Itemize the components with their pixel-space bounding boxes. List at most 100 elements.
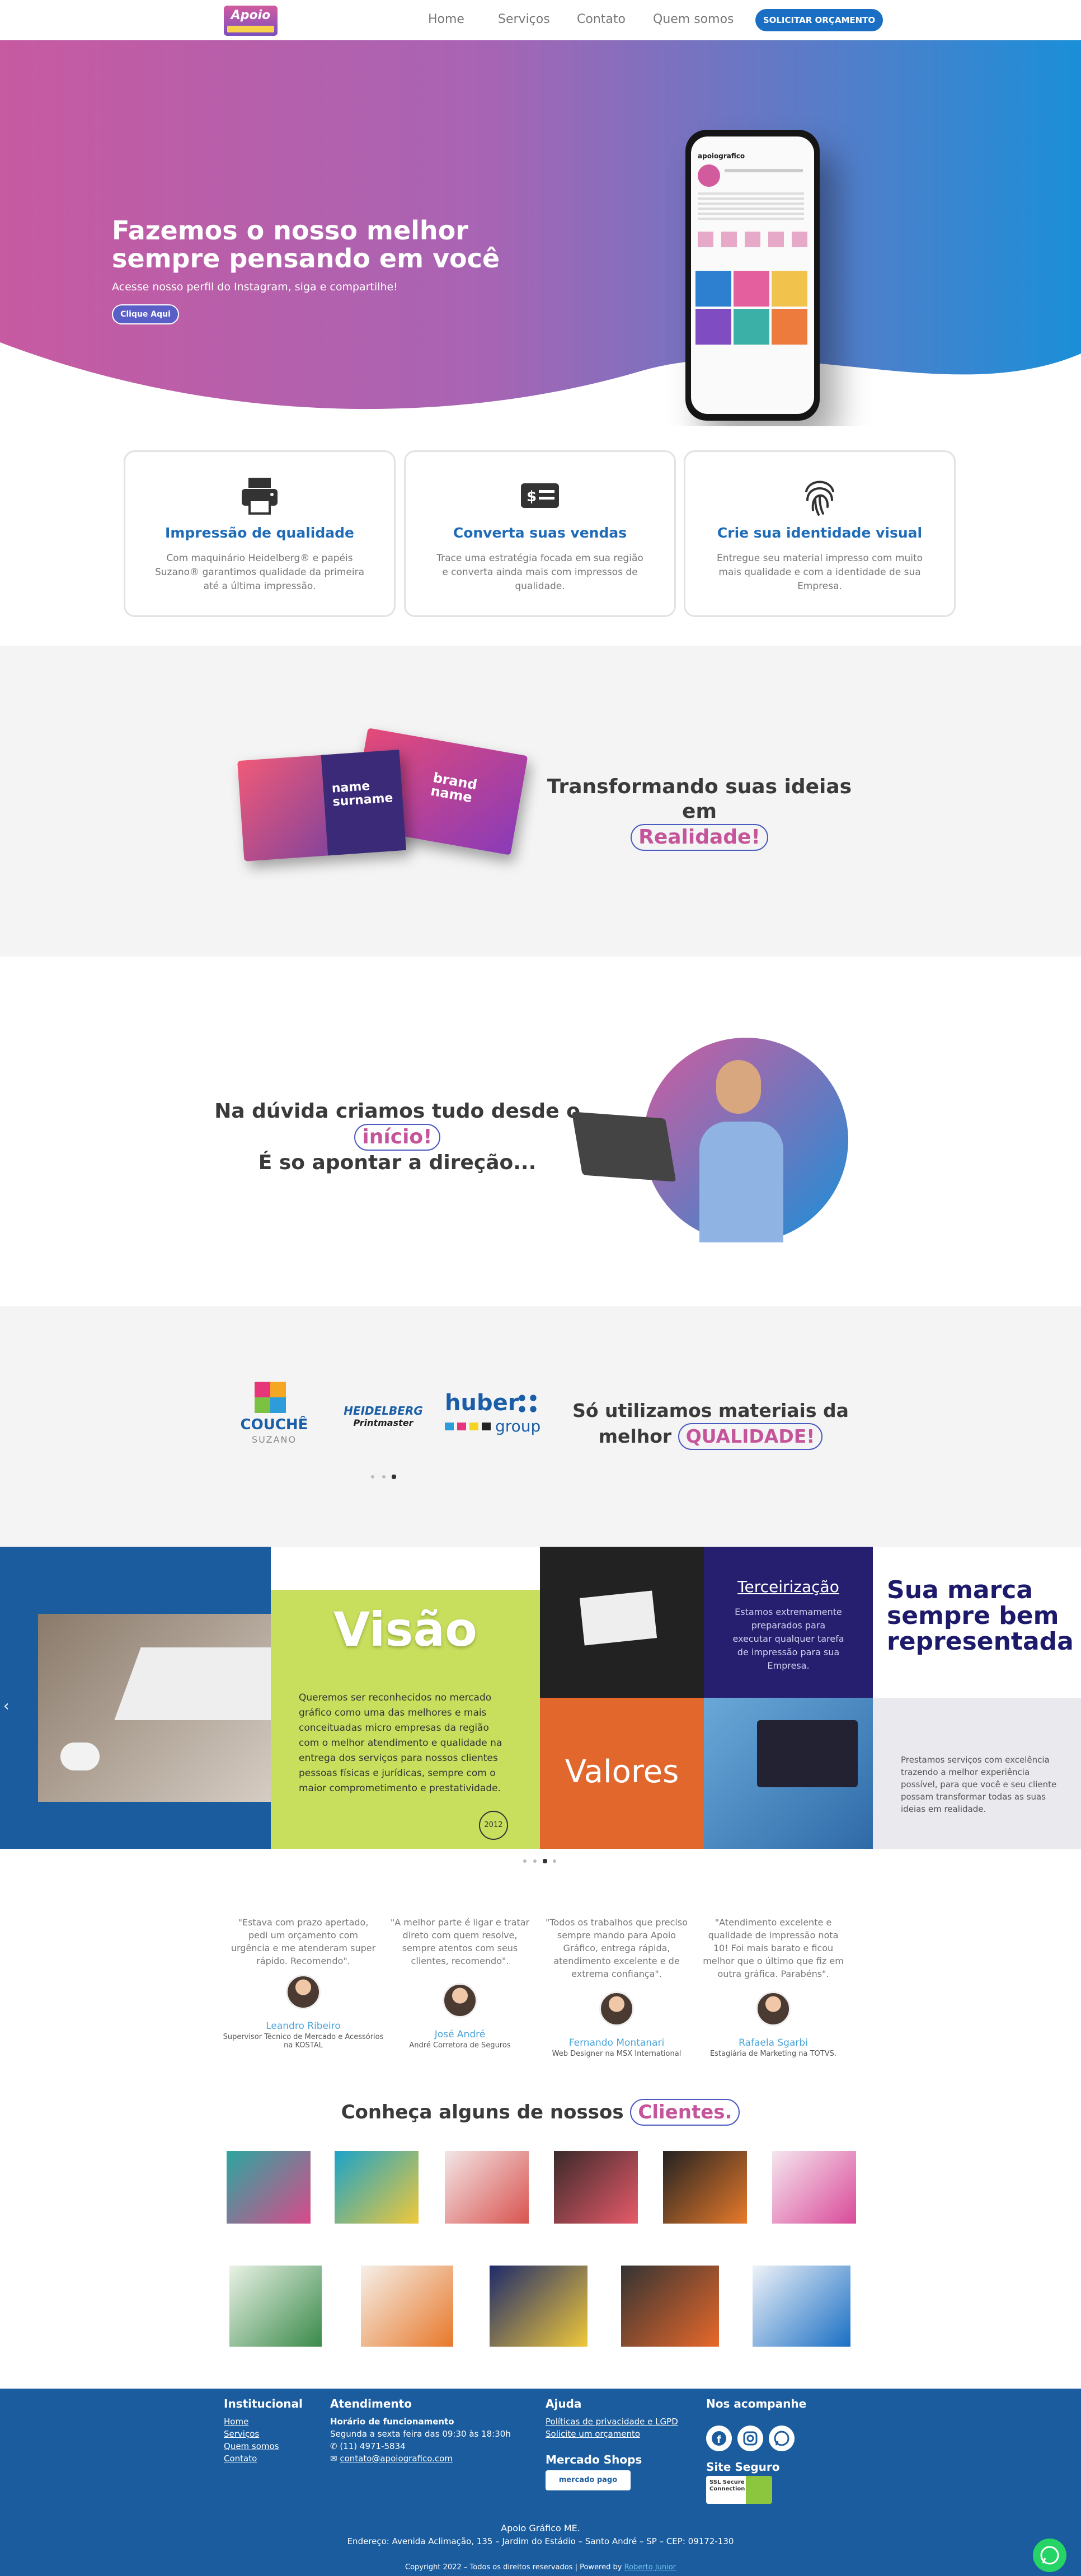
whatsapp-float-button[interactable] <box>1033 2539 1066 2572</box>
footer-link-servicos[interactable]: Serviços <box>224 2429 259 2439</box>
laptop-image <box>571 1112 676 1182</box>
footer-link-home[interactable]: Home <box>224 2417 248 2427</box>
feature-card-identity: Crie sua identidade visual Entregue seu … <box>684 450 956 617</box>
footer-attendance-title: Atendimento <box>330 2397 412 2410</box>
phone-icon: ✆ <box>330 2441 340 2451</box>
client-sample[interactable] <box>229 2266 322 2347</box>
request-quote-button[interactable]: SOLICITAR ORÇAMENTO <box>755 9 883 31</box>
client-sample[interactable] <box>554 2151 638 2224</box>
client-sample[interactable] <box>663 2151 747 2224</box>
feature-title: Crie sua identidade visual <box>717 525 923 541</box>
man-photo-circle <box>643 1038 848 1242</box>
footer-hours: Segunda a sexta feira das 09:30 às 18:30… <box>330 2429 511 2439</box>
money-icon: $ <box>521 483 559 508</box>
footer-link-privacy[interactable]: Políticas de privacidade e LGPD <box>546 2417 678 2427</box>
client-sample[interactable] <box>753 2266 850 2347</box>
testimonial-role: Estagiária de Marketing na TOTVS. <box>710 2050 836 2058</box>
phone-mockup: apoiografico <box>685 130 820 421</box>
carousel-dot[interactable] <box>371 1475 374 1478</box>
carousel-dot[interactable] <box>553 1859 556 1863</box>
ideas-heading: Transformando suas ideias em Realidade! <box>537 775 862 851</box>
testimonial-name: Rafaela Sgarbi <box>739 2037 808 2048</box>
huber-group-logo: huber group <box>445 1390 541 1435</box>
footer-follow-title: Nos acompanhe <box>706 2397 807 2410</box>
couche-logo: COUCHÊ SUZANO <box>235 1382 313 1449</box>
nav-quem-somos[interactable]: Quem somos <box>653 12 734 26</box>
footer-help-title: Ajuda <box>546 2397 582 2410</box>
testimonial-name: Leandro Ribeiro <box>266 2021 341 2032</box>
carousel-dot-active[interactable] <box>543 1859 547 1863</box>
keyboard-photo <box>38 1614 298 1802</box>
footer-email[interactable]: ✉ contato@apoiografico.com <box>330 2453 453 2464</box>
avatar <box>599 1991 634 2026</box>
footer-secure-title: Site Seguro <box>706 2460 780 2474</box>
hero-title: Fazemos o nosso melhor sempre pensando e… <box>112 215 500 274</box>
svg-text:$: $ <box>527 488 537 505</box>
footer-link-contato[interactable]: Contato <box>224 2453 257 2464</box>
ideas-section: brand name name surname Transformando su… <box>0 646 1081 957</box>
materials-heading: Só utilizamos materiais da melhor QUALID… <box>565 1398 856 1450</box>
testimonial-quote: "Estava com prazo apertado, pedi um orça… <box>231 1917 376 1966</box>
client-sample[interactable] <box>490 2266 588 2347</box>
highlight-reality: Realidade! <box>631 824 768 851</box>
facebook-icon[interactable]: f <box>706 2426 732 2451</box>
whatsapp-icon <box>1040 2546 1059 2565</box>
carousel-prev-arrow[interactable]: ‹ <box>3 1698 9 1715</box>
ssl-badge: SSL Secure Connection <box>706 2476 772 2504</box>
whatsapp-icon[interactable] <box>769 2426 795 2451</box>
nav-contato[interactable]: Contato <box>577 12 626 26</box>
footer-shops-title: Mercado Shops <box>546 2453 642 2466</box>
testimonial-name: Fernando Montanari <box>568 2037 665 2048</box>
client-sample[interactable] <box>772 2151 856 2224</box>
svg-text:f: f <box>717 2434 721 2446</box>
testimonial-role: André Corretora de Seguros <box>409 2041 511 2050</box>
mercado-pago-badge[interactable]: mercado pago <box>546 2470 631 2490</box>
avatar <box>756 1991 791 2026</box>
feature-text: Com maquinário Heidelberg® e papéis Suza… <box>154 553 365 592</box>
highlight-start: início! <box>354 1124 440 1151</box>
hero: Fazemos o nosso melhor sempre pensando e… <box>0 40 1081 426</box>
year-badge: 2012 <box>479 1811 508 1840</box>
footer-address: Endereço: Avenida Aclimação, 135 – Jardi… <box>347 2536 734 2546</box>
testimonial-role: Supervisor Técnico de Mercado e Acessóri… <box>223 2033 384 2050</box>
printer-icon <box>242 478 278 515</box>
footer-link-quem-somos[interactable]: Quem somos <box>224 2441 279 2451</box>
footer-company: Apoio Gráfico ME. <box>501 2523 580 2533</box>
footer <box>0 2389 1081 2576</box>
feature-title: Impressão de qualidade <box>165 525 354 541</box>
brand-tagline: Sua marca sempre bem representada <box>887 1576 1074 1656</box>
avatar <box>286 1975 321 2009</box>
materials-section: COUCHÊ SUZANO HEIDELBERG Printmaster hub… <box>0 1306 1081 1547</box>
carousel-dot[interactable] <box>523 1859 527 1863</box>
site-header: Apoio Home Serviços Contato Quem somos S… <box>0 0 1081 40</box>
nav-home[interactable]: Home <box>428 12 464 26</box>
footer-link-quote[interactable]: Solicite um orçamento <box>546 2429 640 2439</box>
feature-title: Converta suas vendas <box>453 525 627 541</box>
client-sample[interactable] <box>227 2151 311 2224</box>
avatar <box>443 1983 477 2018</box>
client-sample[interactable] <box>361 2266 453 2347</box>
fingerprint-icon <box>805 481 834 516</box>
values-text-panel: Prestamos serviços com excelência trazen… <box>873 1698 1081 1849</box>
mail-icon: ✉ <box>330 2453 340 2464</box>
client-sample[interactable] <box>335 2151 419 2224</box>
testimonial-name: José André <box>434 2029 486 2040</box>
testimonial-role: Web Designer na MSX International <box>552 2050 682 2058</box>
direction-heading: Na dúvida criamos tudo desde oinício! É … <box>214 1100 580 1174</box>
powered-by-link[interactable]: Roberto Junior <box>624 2563 676 2572</box>
business-card-front: name surname <box>237 750 406 861</box>
values-panel: Valores <box>540 1698 704 1849</box>
mission-section: ‹ Visão Queremos ser reconhecidos no mer… <box>0 1547 1081 1849</box>
carousel-dot-active[interactable] <box>392 1475 396 1479</box>
logo[interactable]: Apoio <box>224 6 278 36</box>
feature-card-quality: Impressão de qualidade Com maquinário He… <box>124 450 396 617</box>
instagram-icon[interactable] <box>737 2426 763 2451</box>
client-sample[interactable] <box>621 2266 719 2347</box>
client-sample[interactable] <box>445 2151 529 2224</box>
nav-servicos[interactable]: Serviços <box>498 12 550 26</box>
carousel-dot[interactable] <box>533 1859 537 1863</box>
carousel-dot[interactable] <box>382 1475 386 1478</box>
highlight-clients: Clientes. <box>630 2099 740 2126</box>
hero-cta-button[interactable]: Clique Aqui <box>112 304 179 324</box>
hero-subtitle: Acesse nosso perfil do Instagram, siga e… <box>112 281 398 293</box>
